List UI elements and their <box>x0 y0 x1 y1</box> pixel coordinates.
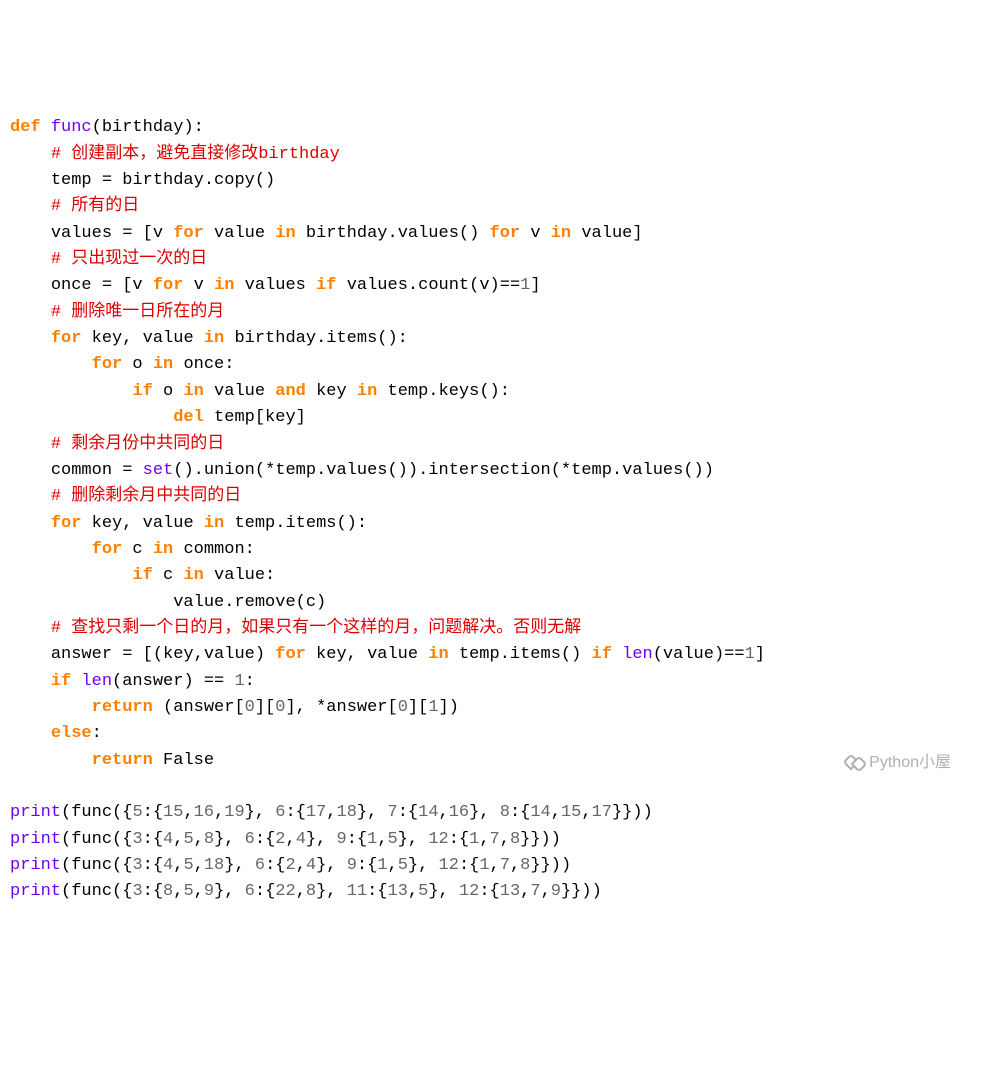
watermark: Python小屋 <box>845 751 951 776</box>
wechat-icon <box>845 754 863 772</box>
watermark-text: Python小屋 <box>869 754 951 771</box>
code-block: def func(birthday): # 创建副本，避免直接修改birthda… <box>10 115 971 905</box>
